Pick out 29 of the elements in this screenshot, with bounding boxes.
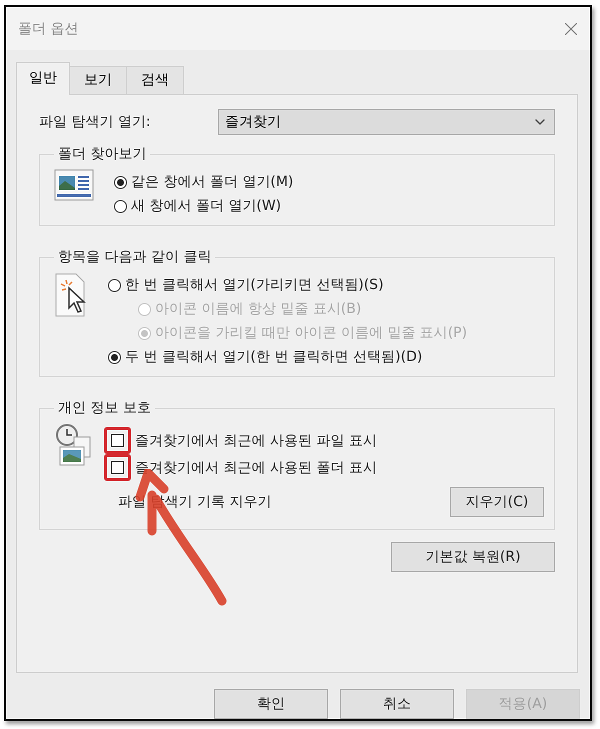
group-title: 항목을 다음과 같이 클릭 [57, 248, 212, 266]
tab[interactable]: 검색 [126, 66, 184, 94]
dialog-button[interactable]: 확인 [214, 689, 328, 719]
radio-label: 한 번 클릭해서 열기(가리키면 선택됨)(S) [125, 276, 384, 294]
radio-label: 새 창에서 폴더 열기(W) [131, 197, 282, 216]
radio-button[interactable] [108, 350, 121, 364]
checkbox-label: 즐겨찾기에서 최근에 사용된 폴더 표시 [135, 458, 377, 477]
group-title: 폴더 찾아보기 [57, 145, 148, 164]
dialog-button[interactable]: 취소 [340, 689, 454, 719]
open-explorer-dropdown[interactable]: 즐겨찾기 [218, 109, 555, 136]
open-explorer-label: 파일 탐색기 열기: [39, 113, 151, 132]
window-title: 폴더 옵션 [18, 20, 78, 38]
group-title: 개인 정보 보호 [57, 399, 152, 418]
radio-label: 같은 창에서 폴더 열기(M) [131, 173, 294, 192]
radio-label: 아이콘을 가리킬 때만 아이콘 이름에 밑줄 표시(P) [155, 324, 468, 342]
pointer-icon [54, 272, 88, 318]
radio-label: 두 번 클릭해서 열기(한 번 클릭하면 선택됨)(D) [125, 348, 422, 366]
radio-label: 아이콘 이름에 항상 밑줄 표시(B) [155, 300, 362, 318]
restore-defaults-button[interactable]: 기본값 복원(R) [391, 542, 555, 572]
radio-button[interactable] [108, 278, 121, 292]
checkbox[interactable] [111, 461, 124, 474]
checkbox[interactable] [111, 434, 124, 448]
tab[interactable]: 보기 [69, 66, 127, 94]
checkbox-label: 즐겨찾기에서 최근에 사용된 파일 표시 [135, 432, 377, 450]
window-icon [54, 169, 94, 202]
radio-button[interactable] [114, 176, 127, 189]
radio-button[interactable] [114, 200, 127, 213]
clear-button[interactable]: 지우기(C) [450, 487, 544, 518]
tab[interactable]: 일반 [16, 62, 70, 96]
